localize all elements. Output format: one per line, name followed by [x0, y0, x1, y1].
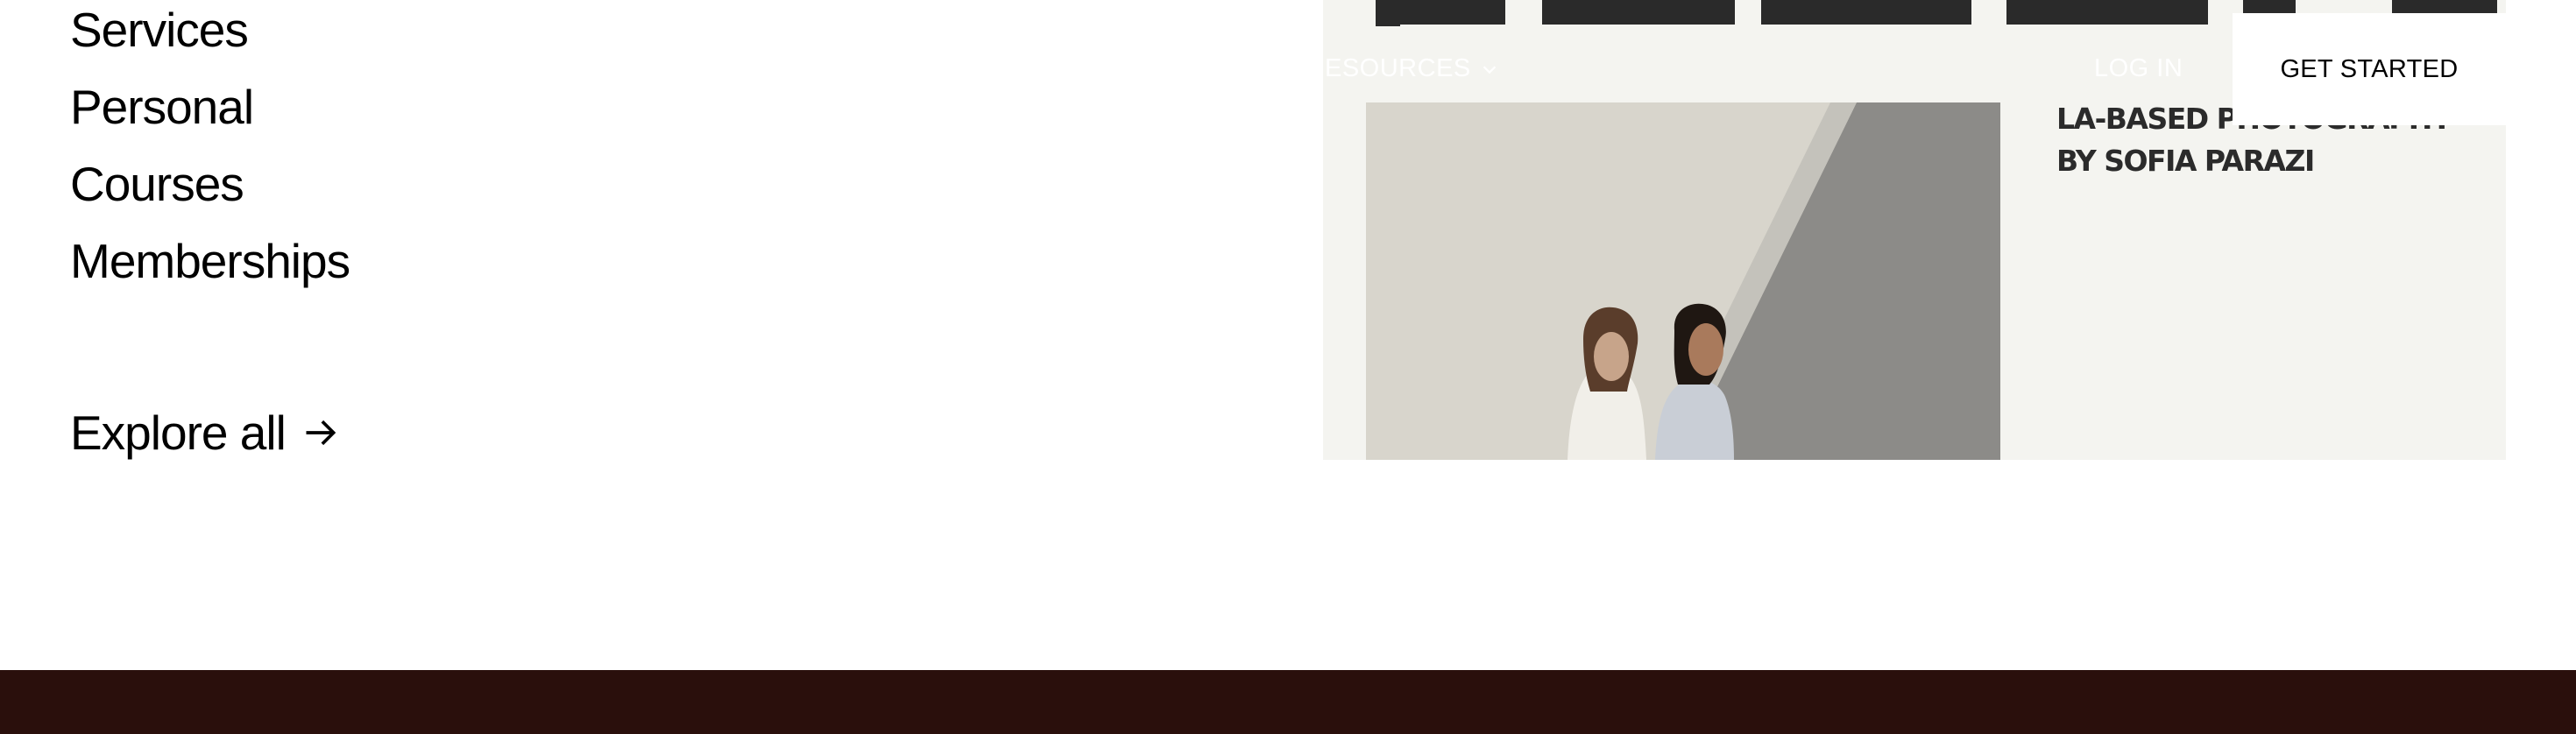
explore-all-link[interactable]: Explore all: [70, 405, 340, 461]
explore-all-label: Explore all: [70, 406, 287, 460]
menu-item-services[interactable]: Services: [70, 2, 249, 58]
caption-line-2: BY SOFIA PARAZI: [2056, 144, 2315, 178]
menu-item-courses[interactable]: Courses: [70, 156, 244, 212]
chevron-down-icon: [1483, 65, 1496, 74]
login-link[interactable]: LOG IN: [2094, 54, 2183, 83]
preview-panel[interactable]: ESOURCES LOG IN LA-BASED PHOTOGRAPHY BY …: [1323, 0, 2506, 460]
get-started-button[interactable]: GET STARTED: [2233, 13, 2506, 125]
footer-band: [0, 670, 2576, 734]
menu-item-memberships[interactable]: Memberships: [70, 233, 350, 289]
arrow-right-icon: [306, 420, 336, 446]
nav-resources[interactable]: ESOURCES: [1325, 54, 1499, 83]
preview-photo: [1366, 102, 2000, 460]
menu-item-personal[interactable]: Personal: [70, 79, 254, 135]
nav-resources-label: ESOURCES: [1325, 54, 1471, 82]
photo-illustration: [1366, 102, 2000, 460]
